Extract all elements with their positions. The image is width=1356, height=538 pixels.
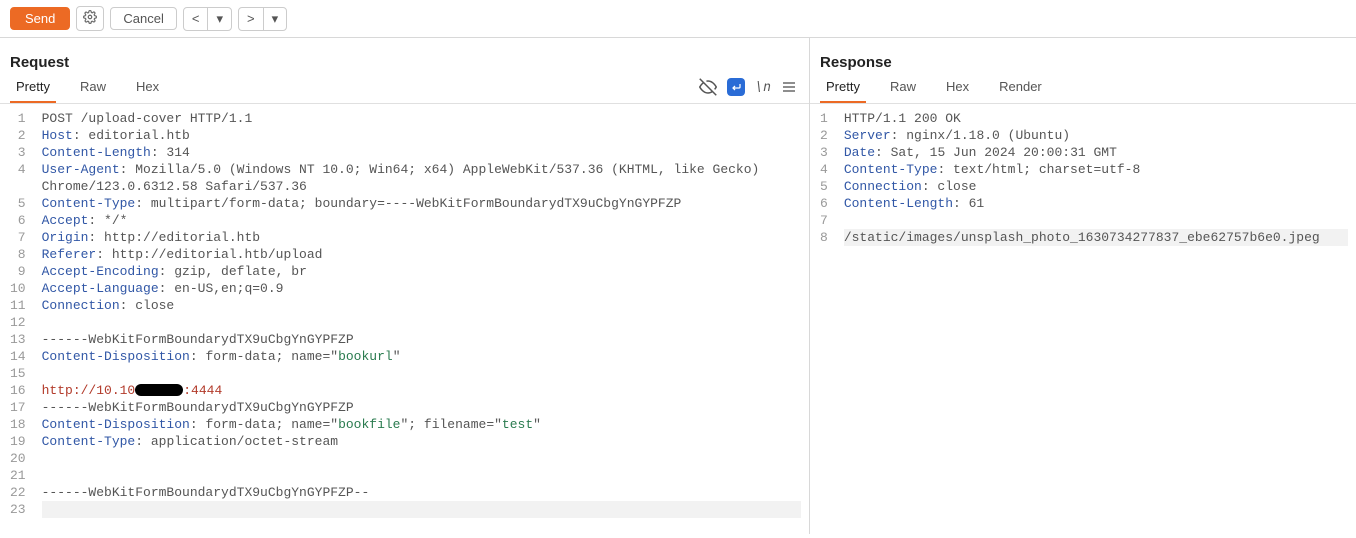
- response-editor[interactable]: 12345678 HTTP/1.1 200 OK Server: nginx/1…: [810, 104, 1356, 534]
- code-line: http://10.10:4444: [42, 382, 801, 399]
- tab-raw[interactable]: Raw: [74, 71, 112, 103]
- code-line: POST /upload-cover HTTP/1.1: [42, 110, 801, 127]
- code-line: [42, 365, 801, 382]
- code-line: HTTP/1.1 200 OK: [844, 110, 1348, 127]
- tab-raw[interactable]: Raw: [884, 71, 922, 103]
- toolbar: Send Cancel < ▾ > ▾: [0, 0, 1356, 38]
- tab-hex[interactable]: Hex: [940, 71, 975, 103]
- code-line: Connection: close: [42, 297, 801, 314]
- code-line: Content-Type: application/octet-stream: [42, 433, 801, 450]
- next-dropdown[interactable]: ▾: [263, 7, 288, 31]
- code-line: [42, 467, 801, 484]
- code-line: Content-Disposition: form-data; name="bo…: [42, 416, 801, 433]
- code-line: /static/images/unsplash_photo_1630734277…: [844, 229, 1348, 246]
- code-line: Accept-Language: en-US,en;q=0.9: [42, 280, 801, 297]
- code-line: Accept-Encoding: gzip, deflate, br: [42, 263, 801, 280]
- gear-icon: [83, 10, 97, 24]
- request-code[interactable]: POST /upload-cover HTTP/1.1 Host: editor…: [34, 104, 809, 534]
- request-panel: Request Pretty Raw Hex \n 1234 567891011…: [0, 38, 810, 534]
- code-line: ------WebKitFormBoundarydTX9uCbgYnGYPFZP: [42, 399, 801, 416]
- code-line: Content-Type: multipart/form-data; bound…: [42, 195, 801, 212]
- code-line: Content-Disposition: form-data; name="bo…: [42, 348, 801, 365]
- settings-button[interactable]: [76, 6, 104, 31]
- code-line: Referer: http://editorial.htb/upload: [42, 246, 801, 263]
- tab-render[interactable]: Render: [993, 71, 1048, 103]
- request-title: Request: [10, 54, 69, 71]
- code-line: Host: editorial.htb: [42, 127, 801, 144]
- code-line: [42, 314, 801, 331]
- hide-icon[interactable]: [699, 78, 717, 96]
- response-code[interactable]: HTTP/1.1 200 OK Server: nginx/1.18.0 (Ub…: [836, 104, 1356, 534]
- code-line: [42, 450, 801, 467]
- code-line: Content-Type: text/html; charset=utf-8: [844, 161, 1348, 178]
- tab-hex[interactable]: Hex: [130, 71, 165, 103]
- response-tabs-row: Pretty Raw Hex Render: [810, 71, 1356, 104]
- code-line: Origin: http://editorial.htb: [42, 229, 801, 246]
- request-gutter: 1234 567891011121314151617181920212223: [0, 104, 34, 534]
- code-line: Content-Length: 61: [844, 195, 1348, 212]
- request-tabs-row: Pretty Raw Hex \n: [0, 71, 809, 104]
- code-line: [844, 212, 1348, 229]
- response-title: Response: [820, 54, 892, 71]
- menu-icon[interactable]: [781, 79, 797, 95]
- code-line: Date: Sat, 15 Jun 2024 20:00:31 GMT: [844, 144, 1348, 161]
- code-line: Connection: close: [844, 178, 1348, 195]
- redacted-ip: [135, 384, 183, 396]
- code-line: Content-Length: 314: [42, 144, 801, 161]
- code-line: [42, 501, 801, 518]
- cancel-button[interactable]: Cancel: [110, 7, 176, 30]
- history-forward-group: > ▾: [238, 7, 287, 31]
- code-line: ------WebKitFormBoundarydTX9uCbgYnGYPFZP: [42, 331, 801, 348]
- code-line: ------WebKitFormBoundarydTX9uCbgYnGYPFZP…: [42, 484, 801, 501]
- next-button[interactable]: >: [238, 7, 264, 31]
- newline-icon[interactable]: [727, 78, 745, 96]
- history-back-group: < ▾: [183, 7, 232, 31]
- code-line: User-Agent: Mozilla/5.0 (Windows NT 10.0…: [42, 161, 801, 195]
- prev-dropdown[interactable]: ▾: [207, 7, 232, 31]
- response-panel: Response Pretty Raw Hex Render 12345678 …: [810, 38, 1356, 534]
- wrap-icon[interactable]: \n: [755, 80, 771, 95]
- prev-button[interactable]: <: [183, 7, 209, 31]
- tab-pretty[interactable]: Pretty: [820, 71, 866, 103]
- tab-pretty[interactable]: Pretty: [10, 71, 56, 103]
- send-button[interactable]: Send: [10, 7, 70, 30]
- code-line: Server: nginx/1.18.0 (Ubuntu): [844, 127, 1348, 144]
- request-editor[interactable]: 1234 567891011121314151617181920212223 P…: [0, 104, 809, 534]
- code-line: Accept: */*: [42, 212, 801, 229]
- response-gutter: 12345678: [810, 104, 836, 534]
